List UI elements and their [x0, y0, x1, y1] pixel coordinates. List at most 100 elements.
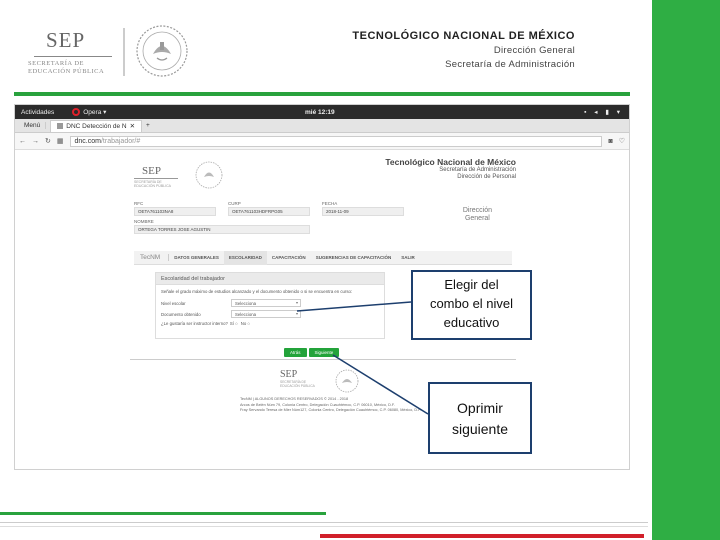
panel-instruction: Señale el grado máximo de estudios alcan…: [161, 289, 353, 294]
tab-capacitacion[interactable]: CAPACITACIÓN: [267, 255, 311, 260]
sep-logo-sub1: SECRETARÍA DE: [28, 60, 84, 67]
opera-menu-button[interactable]: Menú: [19, 122, 47, 129]
side-green-band: [648, 0, 720, 540]
reload-icon[interactable]: ↻: [45, 137, 51, 145]
nombre-label: NOMBRE: [134, 219, 154, 224]
documento-select[interactable]: Selecciona: [231, 310, 301, 318]
address-bar-row: ← → ↻ ▦ dnc.com/trabajador/# ◙ ♡: [15, 133, 629, 150]
footer-sep-sub2: EDUCACIÓN PÚBLICA: [280, 384, 315, 388]
slide-subtitle-1: Dirección General: [493, 45, 575, 56]
side-label-line1: Dirección: [462, 207, 492, 214]
rfc-field: RFC OETA761103NA8: [134, 201, 216, 216]
browser-tabbar: Menú DNC Detección de N ✕ +: [15, 119, 629, 133]
radio-yes[interactable]: Sí ○: [230, 321, 238, 326]
form-buttons: Atrás Siguiente: [284, 348, 340, 357]
radio-yes-label: Sí: [229, 321, 234, 326]
sep-logo-text: SEP: [46, 28, 86, 52]
page-sep-sub2: EDUCACIÓN PÚBLICA: [134, 184, 171, 188]
slide: SEP SECRETARÍA DE EDUCACIÓN PÚBLICA TECN…: [0, 0, 720, 540]
page-divider: [130, 359, 516, 360]
slide-header: TECNOLÓGICO NACIONAL DE MÉXICO Dirección…: [352, 30, 575, 70]
forward-icon[interactable]: →: [32, 138, 39, 145]
employee-fields: RFC OETA761103NA8 CURP OETA761103HDFRPG0…: [134, 201, 424, 237]
slide-title: TECNOLÓGICO NACIONAL DE MÉXICO: [352, 30, 575, 42]
curp-value: OETA761103HDFRPG05: [228, 207, 310, 216]
curp-label: CURP: [228, 201, 241, 206]
page-header-line1: Secretaría de Administración: [439, 167, 516, 173]
camera-icon[interactable]: ◙: [608, 138, 612, 145]
sep-logo-sub2: EDUCACIÓN PÚBLICA: [28, 68, 105, 75]
desktop-topbar: Actividades Opera ▾ mié 12:19 ▪ ◂ ▮ ▾: [15, 105, 629, 119]
header-divider: [123, 28, 125, 76]
curp-field: CURP OETA761103HDFRPG05: [228, 201, 310, 216]
green-top-rule: [14, 92, 630, 96]
browser-tab[interactable]: DNC Detección de N ✕: [50, 119, 143, 132]
side-label-line2: General: [464, 215, 490, 222]
url-field[interactable]: dnc.com/trabajador/#: [69, 135, 603, 147]
escolaridad-panel: Escolaridad del trabajador Señale el gra…: [155, 272, 385, 339]
browser-screenshot: Actividades Opera ▾ mié 12:19 ▪ ◂ ▮ ▾ Me…: [14, 104, 630, 470]
tab-sugerencias[interactable]: SUGERENCIAS DE CAPACITACIÓN: [311, 255, 397, 260]
tab-escolaridad[interactable]: ESCOLARIDAD: [223, 250, 267, 265]
clock[interactable]: mié 12:19: [305, 109, 335, 116]
radio-no[interactable]: No ○: [241, 321, 250, 326]
bottom-grey-rule-1: [0, 522, 648, 523]
footer-sep-text: SEP: [280, 369, 298, 380]
back-icon[interactable]: ←: [19, 138, 26, 145]
nombre-value: ORTEGA TORRES JOSE AGUSTIN: [134, 225, 310, 234]
sep-logo: SEP SECRETARÍA DE EDUCACIÓN PÚBLICA: [28, 28, 118, 76]
next-button[interactable]: Siguiente: [308, 348, 340, 357]
footer-line3: Fray Servando Teresa de Mier Núm127, Col…: [240, 408, 422, 412]
callout2-line1: Oprimir: [457, 400, 503, 416]
url-path: /trabajador/#: [100, 137, 141, 145]
panel-title: Escolaridad del trabajador: [156, 273, 384, 285]
footer-seal-icon: [335, 369, 359, 393]
page-sep-text: SEP: [142, 165, 161, 177]
page-sep-divider: [134, 178, 178, 179]
tab-datos-generales[interactable]: DATOS GENERALES: [169, 255, 224, 260]
opera-icon: [72, 108, 81, 117]
page-footer: TecNM | ALGUNOS DERECHOS RESERVADOS © 20…: [240, 397, 430, 414]
rfc-label: RFC: [134, 201, 144, 206]
callout-press-next: Oprimir siguiente: [428, 382, 532, 454]
opera-app-button[interactable]: Opera ▾: [72, 108, 106, 117]
tecnm-brand[interactable]: TecNM: [134, 254, 170, 261]
page-sep-logo: SEP SECRETARÍA DE EDUCACIÓN PÚBLICA: [134, 165, 186, 188]
tab-favicon-icon: [57, 123, 64, 129]
page-side-label: Dirección General: [463, 207, 492, 223]
instructor-question: ¿Le gustaría ser instructor interno?: [161, 321, 228, 326]
fecha-label: FECHA: [322, 201, 338, 206]
page-header: Tecnológico Nacional de México Secretarí…: [385, 157, 516, 181]
url-host: dnc.com: [74, 137, 101, 145]
bottom-grey-rule-2: [0, 526, 648, 527]
activities-button[interactable]: Actividades: [21, 109, 54, 116]
opera-label: Opera: [83, 108, 102, 116]
callout1-line3: educativo: [443, 315, 500, 330]
page-header-title: Tecnológico Nacional de México: [385, 157, 516, 167]
rfc-value: OETA761103NA8: [134, 207, 216, 216]
page-seal-icon: [195, 161, 223, 189]
mexico-seal-icon: [136, 25, 188, 77]
new-tab-icon[interactable]: +: [146, 122, 150, 129]
nivel-escolar-select[interactable]: Selecciona: [231, 299, 301, 307]
back-button[interactable]: Atrás: [284, 348, 307, 357]
speed-dial-icon[interactable]: ▦: [57, 137, 64, 145]
fecha-value: 2018-11-09: [322, 207, 404, 216]
documento-label: Documento obtenido: [161, 311, 201, 317]
callout1-line2: combo el nivel: [429, 296, 514, 311]
heart-icon[interactable]: ♡: [619, 137, 625, 145]
footer-sep-logo: SEP SECRETARÍA DE EDUCACIÓN PÚBLICA: [280, 369, 340, 388]
slide-subtitle-2: Secretaría de Administración: [445, 59, 575, 70]
tab-title: DNC Detección de N: [66, 122, 127, 130]
callout2-line2: siguiente: [451, 421, 509, 437]
page-header-line2: Dirección de Personal: [457, 174, 516, 180]
nombre-field: NOMBRE ORTEGA TORRES JOSE AGUSTIN: [134, 219, 310, 234]
nivel-escolar-label: Nivel escolar: [161, 300, 186, 306]
callout-select-level: Elegir del combo el nivel educativo: [411, 270, 532, 340]
bottom-green-rule: [0, 512, 326, 515]
tab-salir[interactable]: SALIR: [396, 255, 420, 260]
system-tray-icons[interactable]: ▪ ◂ ▮ ▾: [584, 108, 623, 116]
sep-logo-divider: [34, 56, 112, 57]
radio-no-label: No: [240, 321, 247, 326]
bottom-red-rule: [320, 534, 644, 538]
